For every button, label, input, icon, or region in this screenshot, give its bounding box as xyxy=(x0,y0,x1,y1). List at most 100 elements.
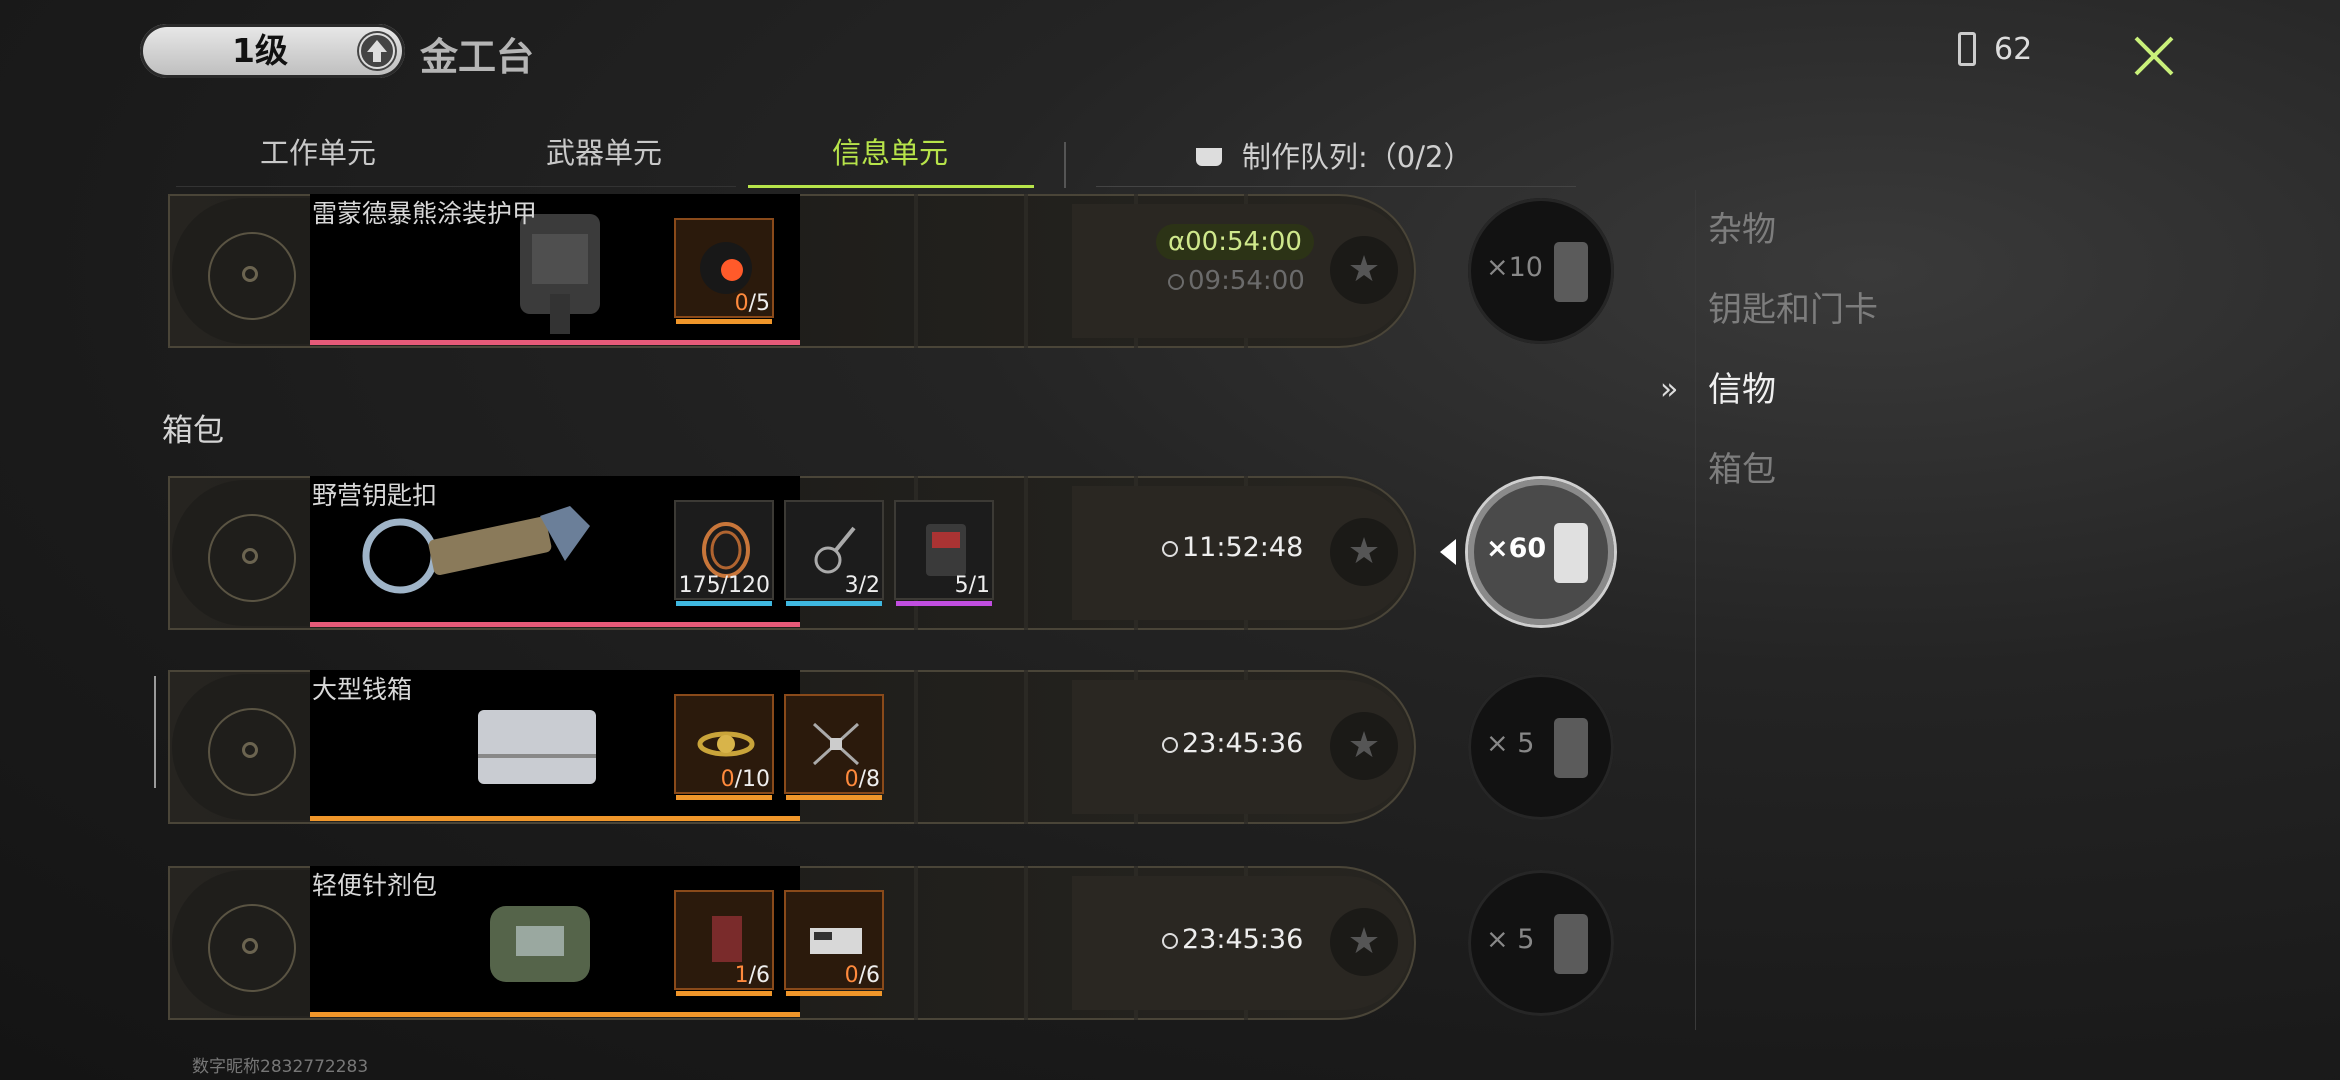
notebook-icon xyxy=(712,916,742,962)
material-slot[interactable]: 0/10 xyxy=(674,694,774,800)
battery-count: 62 xyxy=(1994,32,2033,67)
target-dot-icon xyxy=(242,742,258,758)
clock-icon xyxy=(1168,274,1184,290)
cost-button[interactable]: × 5 xyxy=(1468,674,1614,820)
material-rarity-bar xyxy=(676,991,772,996)
craft-time: 23:45:36 xyxy=(1162,924,1303,955)
material-count: 0/5 xyxy=(734,291,770,316)
drone-icon xyxy=(812,722,860,766)
material-rarity-bar xyxy=(676,319,772,324)
toolkit-icon xyxy=(926,524,966,576)
material-slot[interactable]: 0/8 xyxy=(784,694,884,800)
coffee-cup-icon xyxy=(1196,148,1222,166)
selected-arrow-icon xyxy=(1440,539,1456,565)
copper-wire-icon xyxy=(702,522,750,578)
level-badge[interactable]: 1级 xyxy=(140,24,405,78)
material-count: 5/1 xyxy=(954,573,990,598)
material-count: 175/120 xyxy=(678,573,770,598)
category-bags[interactable]: 箱包 xyxy=(1708,442,1776,491)
material-count: 0/10 xyxy=(720,767,770,792)
material-slot[interactable]: 175/120 xyxy=(674,500,774,606)
card-left-pad xyxy=(172,198,314,344)
favorite-star-icon[interactable]: ★ xyxy=(1330,908,1398,976)
vinyl-record-icon xyxy=(700,242,752,294)
battery-icon xyxy=(1554,718,1588,778)
device-box-icon xyxy=(810,928,862,954)
cost-label: ×60 xyxy=(1486,533,1547,564)
active-tab-indicator xyxy=(748,185,1034,188)
user-nickname: 数字昵称2832772283 xyxy=(192,1057,369,1077)
target-dot-icon xyxy=(242,938,258,954)
card-left-pad xyxy=(172,870,314,1016)
rarity-bar xyxy=(310,816,800,821)
clock-icon xyxy=(1162,933,1178,949)
category-keys[interactable]: 钥匙和门卡 xyxy=(1708,282,1878,331)
tab-underline xyxy=(176,186,736,187)
craft-time: 23:45:36 xyxy=(1162,728,1303,759)
rarity-bar xyxy=(310,622,800,627)
category-divider xyxy=(1695,190,1696,1030)
material-count: 0/6 xyxy=(844,963,880,988)
level-label: 1级 xyxy=(232,31,288,70)
double-chevron-right-icon: » xyxy=(1660,372,1679,407)
cost-button[interactable]: × 5 xyxy=(1468,870,1614,1016)
bench-title: 金工台 xyxy=(420,35,535,79)
clock-icon xyxy=(1162,541,1178,557)
material-slot[interactable]: 1/6 xyxy=(674,890,774,996)
clock-icon xyxy=(1162,737,1178,753)
battery-icon xyxy=(1958,32,1976,66)
craft-queue-label[interactable]: 制作队列:（0/2） xyxy=(1242,134,1472,176)
craft-time: 11:52:48 xyxy=(1162,532,1303,563)
rarity-bar xyxy=(310,1012,800,1017)
material-rarity-bar xyxy=(786,601,882,606)
close-icon xyxy=(2134,36,2174,76)
card-left-pad xyxy=(172,674,314,820)
cost-label: × 5 xyxy=(1486,924,1535,955)
tab-work-unit[interactable]: 工作单元 xyxy=(260,130,376,172)
tab-info-unit[interactable]: 信息单元 xyxy=(832,130,948,172)
item-name: 野营钥匙扣 xyxy=(312,481,438,510)
queue-underline xyxy=(1096,186,1576,187)
gold-watch-icon xyxy=(697,731,755,757)
close-button[interactable] xyxy=(2118,20,2190,92)
target-dot-icon xyxy=(242,266,258,282)
craft-time: 09:54:00 xyxy=(1168,266,1305,296)
recipe-card[interactable]: 雷蒙德暴熊涂装护甲 0/5 α00:54:00 09:54:00 ★ xyxy=(168,194,1416,348)
section-header: 箱包 xyxy=(162,413,224,449)
item-name: 轻便针剂包 xyxy=(312,871,438,900)
scroll-indicator xyxy=(154,676,156,788)
material-rarity-bar xyxy=(896,601,992,606)
battery-icon xyxy=(1554,523,1588,583)
cost-button[interactable]: ×10 xyxy=(1468,198,1614,344)
cost-button[interactable]: ×60 xyxy=(1468,479,1614,625)
material-count: 1/6 xyxy=(734,963,770,988)
material-slot[interactable]: 0/5 xyxy=(674,218,774,324)
keyring-icon xyxy=(814,526,856,574)
card-left-pad xyxy=(172,480,314,626)
level-up-icon[interactable] xyxy=(357,31,397,71)
material-count: 3/2 xyxy=(844,573,880,598)
item-name: 雷蒙德暴熊涂装护甲 xyxy=(312,199,538,228)
material-rarity-bar xyxy=(786,991,882,996)
battery-icon xyxy=(1554,914,1588,974)
favorite-star-icon[interactable]: ★ xyxy=(1330,712,1398,780)
material-rarity-bar xyxy=(676,795,772,800)
tab-weapon-unit[interactable]: 武器单元 xyxy=(546,130,662,172)
material-rarity-bar xyxy=(786,795,882,800)
material-slot[interactable]: 3/2 xyxy=(784,500,884,606)
item-name: 大型钱箱 xyxy=(312,675,413,704)
material-slot[interactable]: 5/1 xyxy=(894,500,994,606)
material-slot[interactable]: 0/6 xyxy=(784,890,884,996)
cost-label: ×10 xyxy=(1486,252,1543,283)
favorite-star-icon[interactable]: ★ xyxy=(1330,518,1398,586)
material-rarity-bar xyxy=(676,601,772,606)
target-dot-icon xyxy=(242,548,258,564)
material-count: 0/8 xyxy=(844,767,880,792)
favorite-star-icon[interactable]: ★ xyxy=(1330,236,1398,304)
alpha-time: α00:54:00 xyxy=(1156,224,1314,260)
category-tokens[interactable]: 信物 xyxy=(1708,362,1776,411)
rarity-bar xyxy=(310,340,800,345)
category-misc[interactable]: 杂物 xyxy=(1708,202,1776,251)
cost-label: × 5 xyxy=(1486,728,1535,759)
tab-divider xyxy=(1064,142,1066,188)
